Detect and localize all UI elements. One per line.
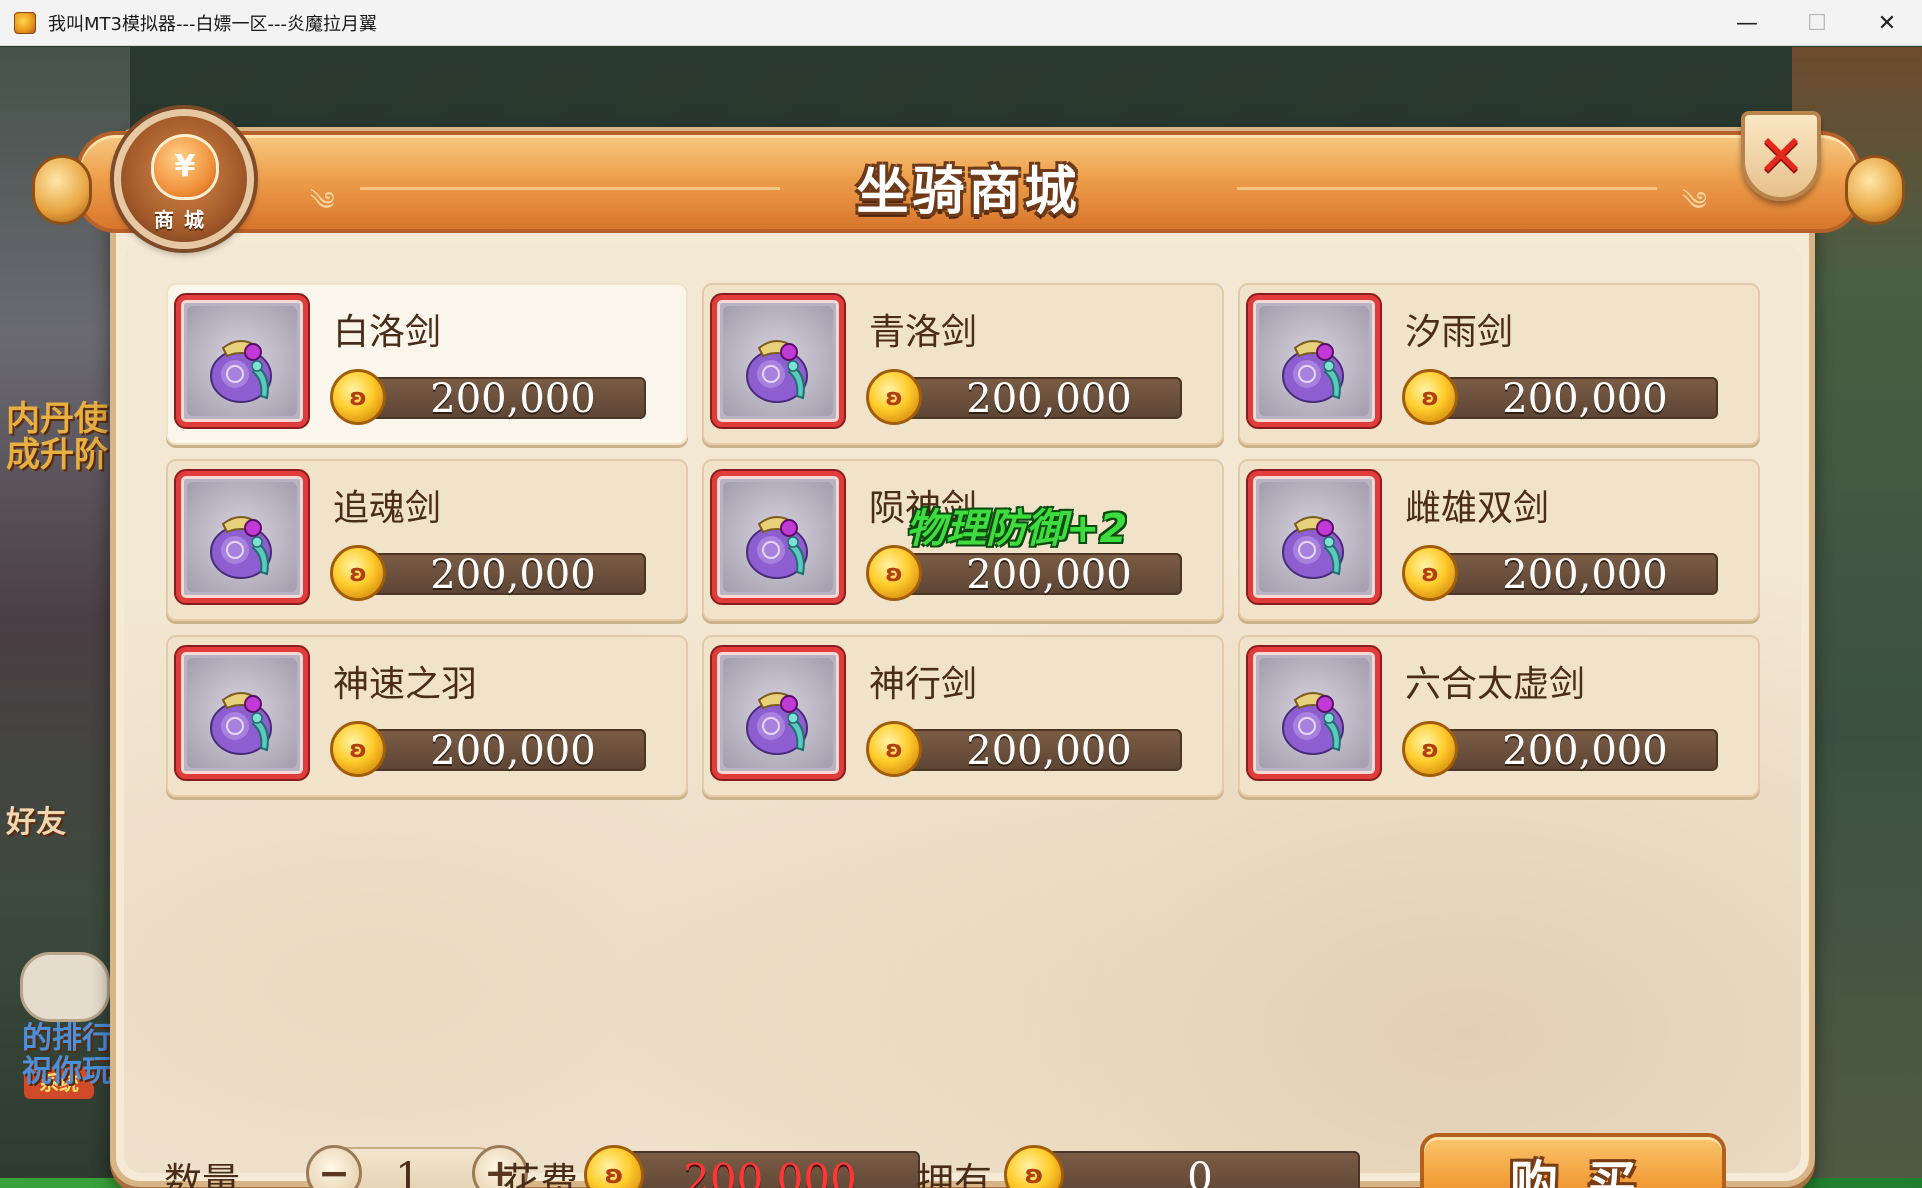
item-name: 白洛剑	[333, 312, 442, 353]
gold-coin-icon: ʚ	[866, 721, 922, 777]
item-price-field: 200,000	[1422, 377, 1718, 419]
floating-stat-tip: 物理防御+2	[906, 506, 1128, 552]
buy-button-label: 购买	[1509, 1156, 1666, 1188]
item-price-field: 200,000	[1422, 553, 1718, 595]
window-close-button[interactable]: ✕	[1852, 0, 1922, 46]
background-friends-label: 好友	[6, 805, 66, 840]
item-icon-frame[interactable]	[1248, 295, 1380, 427]
item-icon-frame[interactable]	[1248, 471, 1380, 603]
shop-item-card[interactable]: 汐雨剑 200,000 ʚ	[1238, 283, 1760, 445]
money-bag-icon: ¥	[151, 134, 219, 200]
shop-item-card[interactable]: 青洛剑 200,000 ʚ	[702, 283, 1224, 445]
close-button[interactable]: ✕	[1741, 111, 1821, 201]
item-price-field: 200,000	[886, 729, 1182, 771]
item-price-field: 200,000	[350, 729, 646, 771]
shop-badge: ¥ 商城	[114, 109, 254, 249]
shop-item-card[interactable]: 神速之羽 200,000 ʚ	[166, 635, 688, 797]
shop-item-card[interactable]: 六合太虚剑 200,000 ʚ	[1238, 635, 1760, 797]
chat-bubble-icon[interactable]	[20, 952, 110, 1022]
item-icon-frame[interactable]	[712, 471, 844, 603]
item-price: 200,000	[430, 552, 596, 598]
item-name: 神行剑	[869, 664, 978, 705]
item-icon-frame[interactable]	[176, 295, 308, 427]
shop-item-card[interactable]: 白洛剑 200,000 ʚ	[166, 283, 688, 445]
gold-coin-icon: ʚ	[866, 369, 922, 425]
shop-item-card[interactable]: 雌雄双剑 200,000 ʚ	[1238, 459, 1760, 621]
pouch-icon	[746, 692, 808, 755]
mount-shop-dialog: ༄ ༄ 坐骑商城 ¥ 商城 ✕ 白洛剑 200,000 ʚ 青洛剑 200,00…	[32, 109, 1905, 1188]
cost-label: 花费	[502, 1160, 579, 1188]
purchase-bar: 数量 1 − + 花费 200,000 ʚ 拥有 0 ʚ 购买	[164, 1133, 1764, 1188]
quantity-value[interactable]: 1	[354, 1155, 462, 1188]
minimize-button[interactable]: —	[1712, 0, 1782, 46]
app-icon	[14, 11, 36, 34]
item-price-field: 200,000	[1422, 729, 1718, 771]
owned-field: 0	[1020, 1151, 1360, 1188]
gold-coin-icon: ʚ	[1402, 369, 1458, 425]
pouch-icon	[1282, 340, 1344, 403]
item-icon-frame[interactable]	[1248, 647, 1380, 779]
pouch-icon	[746, 516, 808, 579]
gold-coin-icon: ʚ	[1402, 545, 1458, 601]
owned-label: 拥有	[916, 1160, 993, 1188]
pouch-icon	[1282, 692, 1344, 755]
close-icon: ✕	[1756, 122, 1806, 190]
item-icon-frame[interactable]	[712, 295, 844, 427]
background-hint-text: 内丹使 成升阶	[6, 399, 108, 475]
pouch-icon	[210, 340, 272, 403]
item-price: 200,000	[1502, 728, 1668, 774]
item-price: 200,000	[966, 376, 1132, 422]
cost-field: 200,000	[600, 1151, 920, 1188]
item-price: 200,000	[1502, 376, 1668, 422]
item-name: 雌雄双剑	[1405, 488, 1550, 529]
dialog-header: ༄ ༄ 坐骑商城	[32, 131, 1905, 233]
item-price: 200,000	[966, 552, 1132, 598]
item-name: 汐雨剑	[1405, 312, 1514, 353]
gold-coin-icon: ʚ	[330, 369, 386, 425]
gold-coin-icon: ʚ	[330, 545, 386, 601]
item-price: 200,000	[1502, 552, 1668, 598]
item-price-field: 200,000	[886, 377, 1182, 419]
pouch-icon	[210, 516, 272, 579]
game-viewport: 内丹使 成升阶 好友 系统 的排行 祝你玩 ༄ ༄ 坐骑商城 ¥ 商城 ✕ 白洛…	[0, 47, 1922, 1188]
item-name: 六合太虚剑	[1405, 664, 1586, 705]
gold-coin-icon: ʚ	[330, 721, 386, 777]
cost-value: 200,000	[683, 1155, 857, 1188]
dialog-title: 坐骑商城	[856, 162, 1081, 222]
item-name: 神速之羽	[333, 664, 478, 705]
window-titlebar: 我叫MT3模拟器---白嫖一区---炎魔拉月翼 — ☐ ✕	[0, 0, 1922, 46]
gold-coin-icon: ʚ	[1402, 721, 1458, 777]
background-chat-text: 的排行 祝你玩	[22, 1021, 112, 1089]
item-name: 青洛剑	[869, 312, 978, 353]
shop-item-card[interactable]: 追魂剑 200,000 ʚ	[166, 459, 688, 621]
shop-item-card[interactable]: 神行剑 200,000 ʚ	[702, 635, 1224, 797]
item-price: 200,000	[966, 728, 1132, 774]
pouch-icon	[210, 692, 272, 755]
window-controls: — ☐ ✕	[1712, 0, 1922, 46]
pouch-icon	[746, 340, 808, 403]
owned-value: 0	[1187, 1155, 1213, 1188]
item-price-field: 200,000	[886, 553, 1182, 595]
quantity-label: 数量	[164, 1160, 241, 1188]
item-icon-frame[interactable]	[176, 471, 308, 603]
item-price-field: 200,000	[350, 377, 646, 419]
shop-badge-label: 商城	[154, 208, 214, 232]
item-name: 追魂剑	[333, 488, 442, 529]
item-price-field: 200,000	[350, 553, 646, 595]
window-title: 我叫MT3模拟器---白嫖一区---炎魔拉月翼	[48, 13, 377, 35]
item-price: 200,000	[430, 728, 596, 774]
item-icon-frame[interactable]	[712, 647, 844, 779]
item-price: 200,000	[430, 376, 596, 422]
item-icon-frame[interactable]	[176, 647, 308, 779]
buy-button[interactable]: 购买	[1420, 1133, 1726, 1188]
pouch-icon	[1282, 516, 1344, 579]
maximize-button[interactable]: ☐	[1782, 0, 1852, 46]
